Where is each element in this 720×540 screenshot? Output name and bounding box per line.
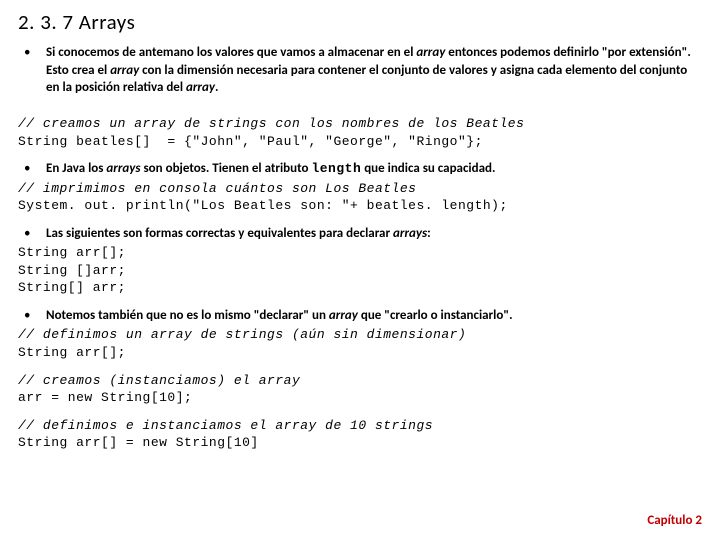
text-italic: array xyxy=(329,308,358,323)
text: En Java los xyxy=(46,161,106,176)
bullet-3-text: Las siguientes son formas correctas y eq… xyxy=(46,225,702,243)
code-line: String beatles[] = {"John", "Paul", "Geo… xyxy=(18,133,702,151)
text: son objetos. Tienen el atributo xyxy=(141,161,312,176)
bullet-marker: • xyxy=(18,225,46,243)
code-line: String[] arr; xyxy=(18,279,702,297)
text-italic: array xyxy=(186,80,215,95)
bullet-1: • Si conocemos de antemano los valores q… xyxy=(18,44,702,97)
text: Notemos también que no es lo mismo "decl… xyxy=(46,308,329,323)
text: . xyxy=(215,80,218,95)
code-line: System. out. println("Los Beatles son: "… xyxy=(18,197,702,215)
bullet-3: • Las siguientes son formas correctas y … xyxy=(18,225,702,243)
text-italic: array xyxy=(110,63,139,78)
text: que indica su capacidad. xyxy=(361,161,495,176)
text: Las siguientes son formas correctas y eq… xyxy=(46,226,393,241)
bullet-1-text: Si conocemos de antemano los valores que… xyxy=(46,44,702,97)
text: que "crearlo o instanciarlo". xyxy=(358,308,513,323)
code-line: String []arr; xyxy=(18,262,702,280)
bullet-2-text: En Java los arrays son objetos. Tienen e… xyxy=(46,160,702,178)
code-line: String arr[] = new String[10] xyxy=(18,434,702,452)
text-italic: arrays xyxy=(393,226,427,241)
code-comment-2: // imprimimos en consola cuántos son Los… xyxy=(18,180,702,198)
text: : xyxy=(427,226,431,241)
code-line: String arr[]; xyxy=(18,344,702,362)
text-italic: arrays xyxy=(106,161,140,176)
text-italic: array xyxy=(416,45,445,60)
bullet-2: • En Java los arrays son objetos. Tienen… xyxy=(18,160,702,178)
text: con la dimensión necesaria para contener… xyxy=(46,63,687,96)
code-inline: length xyxy=(311,161,361,176)
code-line: arr = new String[10]; xyxy=(18,389,702,407)
bullet-4: • Notemos también que no es lo mismo "de… xyxy=(18,307,702,325)
bullet-marker: • xyxy=(18,44,46,97)
code-line: String arr[]; xyxy=(18,244,702,262)
footer-chapter: Capítulo 2 xyxy=(647,512,702,530)
bullet-4-text: Notemos también que no es lo mismo "decl… xyxy=(46,307,702,325)
bullet-marker: • xyxy=(18,307,46,325)
text: Si conocemos de antemano los valores que… xyxy=(46,45,416,60)
code-comment-1: // creamos un array de strings con los n… xyxy=(18,115,702,133)
section-title: 2. 3. 7 Arrays xyxy=(18,8,702,36)
code-comment-4: // definimos un array de strings (aún si… xyxy=(18,326,702,344)
code-comment-5: // creamos (instanciamos) el array xyxy=(18,372,702,390)
bullet-marker: • xyxy=(18,160,46,178)
code-comment-6: // definimos e instanciamos el array de … xyxy=(18,417,702,435)
